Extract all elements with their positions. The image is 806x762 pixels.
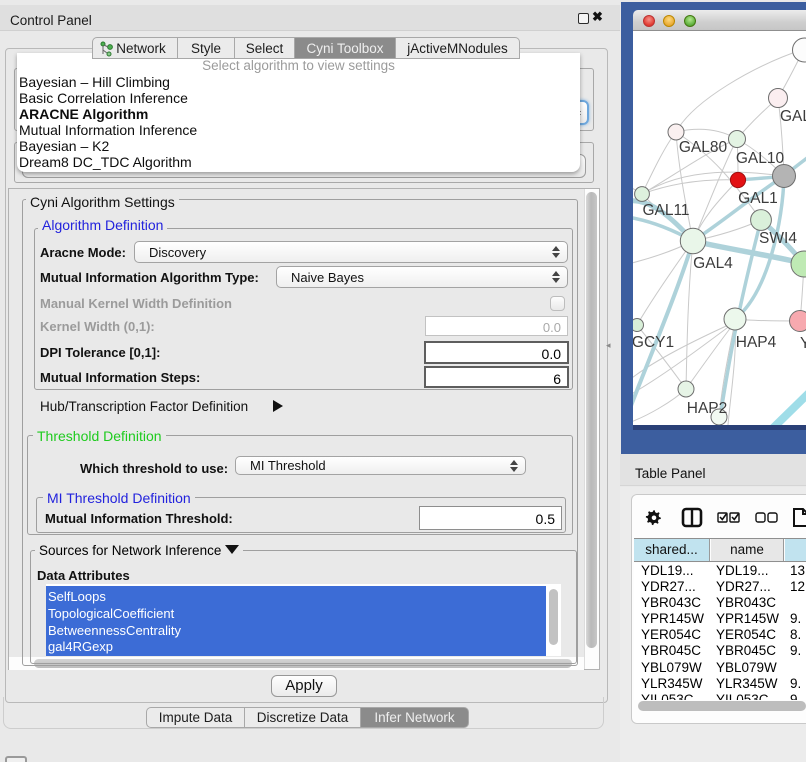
svg-text:SWI4: SWI4 [759, 230, 797, 247]
svg-text:GAL80: GAL80 [679, 139, 728, 156]
svg-text:GAL: GAL [780, 108, 806, 125]
svg-text:HAP4: HAP4 [736, 334, 777, 351]
svg-text:GAL11: GAL11 [642, 202, 689, 219]
svg-text:GCY1: GCY1 [633, 334, 674, 351]
svg-text:GAL1: GAL1 [738, 190, 778, 207]
svg-text:GAL4: GAL4 [693, 255, 733, 272]
svg-text:HAP2: HAP2 [687, 400, 728, 417]
svg-text:GAL10: GAL10 [736, 150, 785, 167]
svg-text:Y: Y [800, 335, 806, 352]
